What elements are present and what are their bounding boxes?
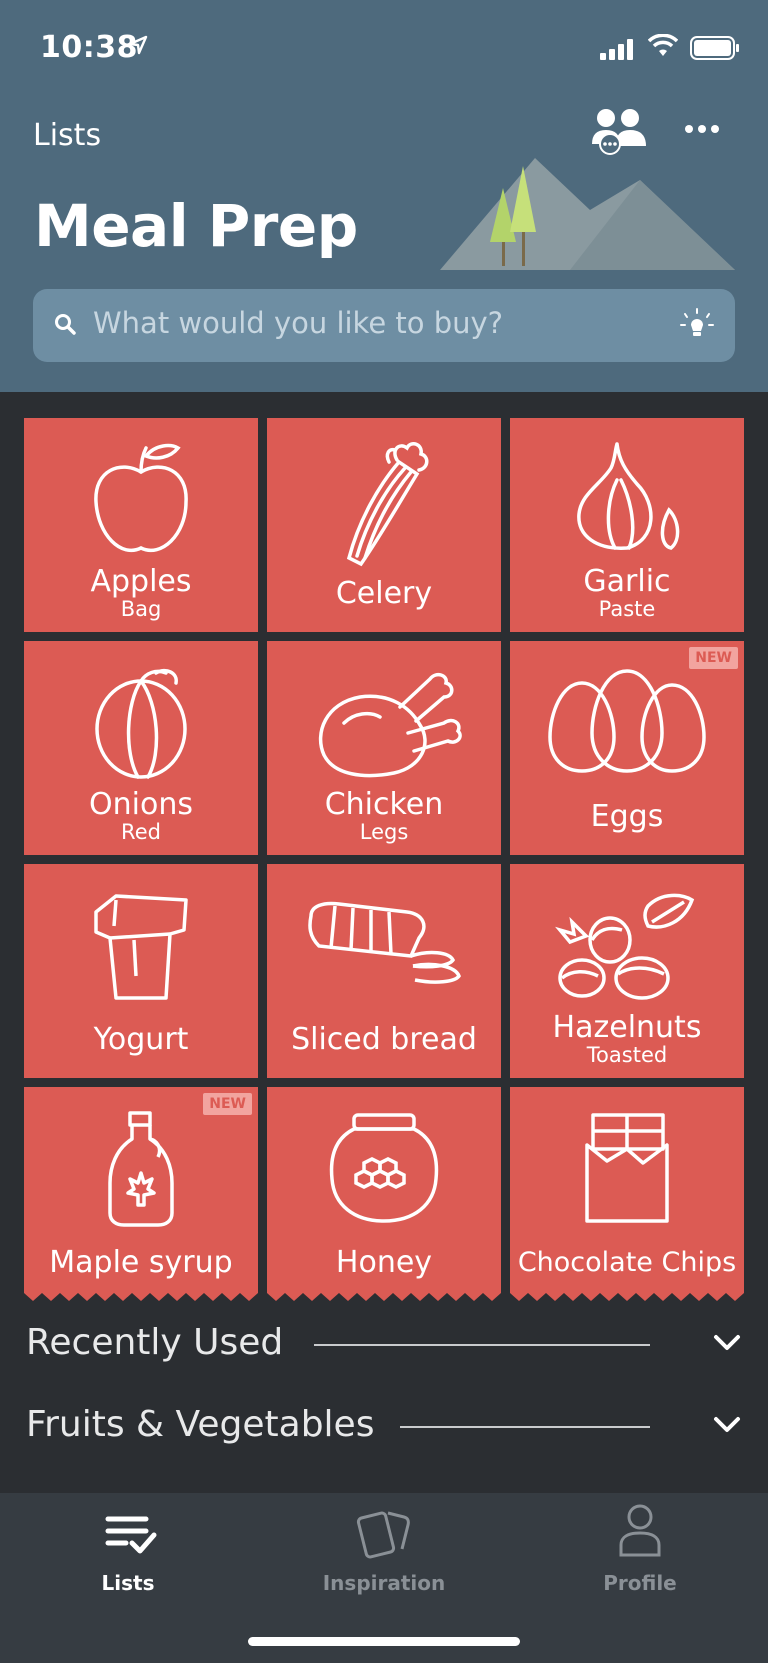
item-tile-yogurt[interactable]: Yogurt	[24, 864, 258, 1078]
item-name: Honey	[335, 1245, 433, 1280]
section-recently-used[interactable]: Recently Used	[26, 1322, 283, 1363]
item-name: Chocolate Chips	[517, 1247, 737, 1278]
home-indicator[interactable]	[248, 1637, 520, 1646]
section-divider	[400, 1426, 650, 1428]
item-tile-chocolate-chips[interactable]: Chocolate Chips	[510, 1087, 744, 1301]
item-detail: Paste	[598, 597, 656, 621]
cellular-signal-icon	[600, 39, 633, 60]
hazelnuts-icon	[555, 893, 695, 1000]
new-badge: NEW	[689, 647, 738, 669]
item-tile-garlic[interactable]: Garlic Paste	[510, 418, 744, 632]
chocolate-icon	[585, 1113, 669, 1223]
search-input[interactable]: What would you like to buy?	[93, 306, 503, 340]
search-icon	[55, 314, 76, 335]
item-tile-apples[interactable]: Apples Bag	[24, 418, 258, 632]
item-detail: Legs	[359, 820, 409, 844]
onion-icon	[95, 668, 187, 779]
battery-icon	[690, 36, 739, 60]
item-tile-maple-syrup[interactable]: NEW Maple syrup	[24, 1087, 258, 1301]
item-tile-eggs[interactable]: NEW Eggs	[510, 641, 744, 855]
item-detail: Toasted	[586, 1043, 668, 1067]
item-name: Garlic	[583, 564, 671, 599]
item-tile-hazelnuts[interactable]: Hazelnuts Toasted	[510, 864, 744, 1078]
section-fruits-vegetables[interactable]: Fruits & Vegetables	[26, 1404, 374, 1445]
section-divider	[314, 1344, 650, 1346]
celery-icon	[346, 442, 429, 567]
more-options-icon[interactable]	[684, 124, 720, 134]
search-bar[interactable]: What would you like to buy?	[33, 289, 735, 362]
item-name: Sliced bread	[291, 1022, 477, 1057]
item-name: Celery	[335, 576, 433, 611]
item-name: Apples	[90, 564, 192, 599]
list-check-icon	[105, 1516, 157, 1554]
cards-icon	[356, 1511, 410, 1559]
tile-zigzag-edge	[267, 1293, 501, 1301]
status-bar: 10:38	[0, 0, 768, 95]
item-detail: Bag	[120, 597, 162, 621]
new-badge: NEW	[203, 1093, 252, 1115]
bread-icon	[308, 901, 461, 984]
person-icon	[619, 1504, 661, 1557]
eggs-icon	[548, 669, 706, 773]
item-tile-onions[interactable]: Onions Red	[24, 641, 258, 855]
item-tile-sliced-bread[interactable]: Sliced bread	[267, 864, 501, 1078]
chevron-down-icon[interactable]	[712, 1415, 742, 1435]
lightbulb-icon[interactable]	[677, 305, 717, 345]
item-name: Maple syrup	[49, 1245, 233, 1280]
item-tile-chicken[interactable]: Chicken Legs	[267, 641, 501, 855]
mountains-illustration	[440, 158, 735, 270]
maple-syrup-icon	[108, 1111, 174, 1227]
item-name: Onions	[89, 787, 193, 822]
item-name: Eggs	[590, 799, 664, 834]
location-arrow-icon	[128, 35, 148, 55]
apple-icon	[94, 443, 188, 552]
chevron-down-icon[interactable]	[712, 1333, 742, 1353]
wifi-icon	[648, 34, 678, 56]
status-time: 10:38	[40, 30, 138, 65]
item-detail: Red	[121, 820, 161, 844]
tile-zigzag-edge	[24, 1293, 258, 1301]
back-to-lists-link[interactable]: Lists	[33, 118, 101, 153]
tab-label: Inspiration	[322, 1571, 446, 1595]
item-name: Chicken	[324, 787, 444, 822]
tab-label: Lists	[101, 1571, 155, 1595]
page-title: Meal Prep	[34, 192, 358, 260]
item-tile-celery[interactable]: Celery	[267, 418, 501, 632]
item-name: Hazelnuts	[552, 1010, 702, 1045]
tile-zigzag-edge	[510, 1293, 744, 1301]
item-tile-honey[interactable]: Honey	[267, 1087, 501, 1301]
item-name: Yogurt	[93, 1022, 189, 1057]
garlic-icon	[577, 442, 680, 550]
tab-label: Profile	[603, 1571, 677, 1595]
header: 10:38 Lists Meal Prep What would you lik…	[0, 0, 768, 392]
yogurt-icon	[94, 894, 188, 1000]
honey-icon	[329, 1113, 439, 1223]
chicken-icon	[318, 672, 462, 778]
share-list-icon[interactable]	[590, 106, 650, 156]
